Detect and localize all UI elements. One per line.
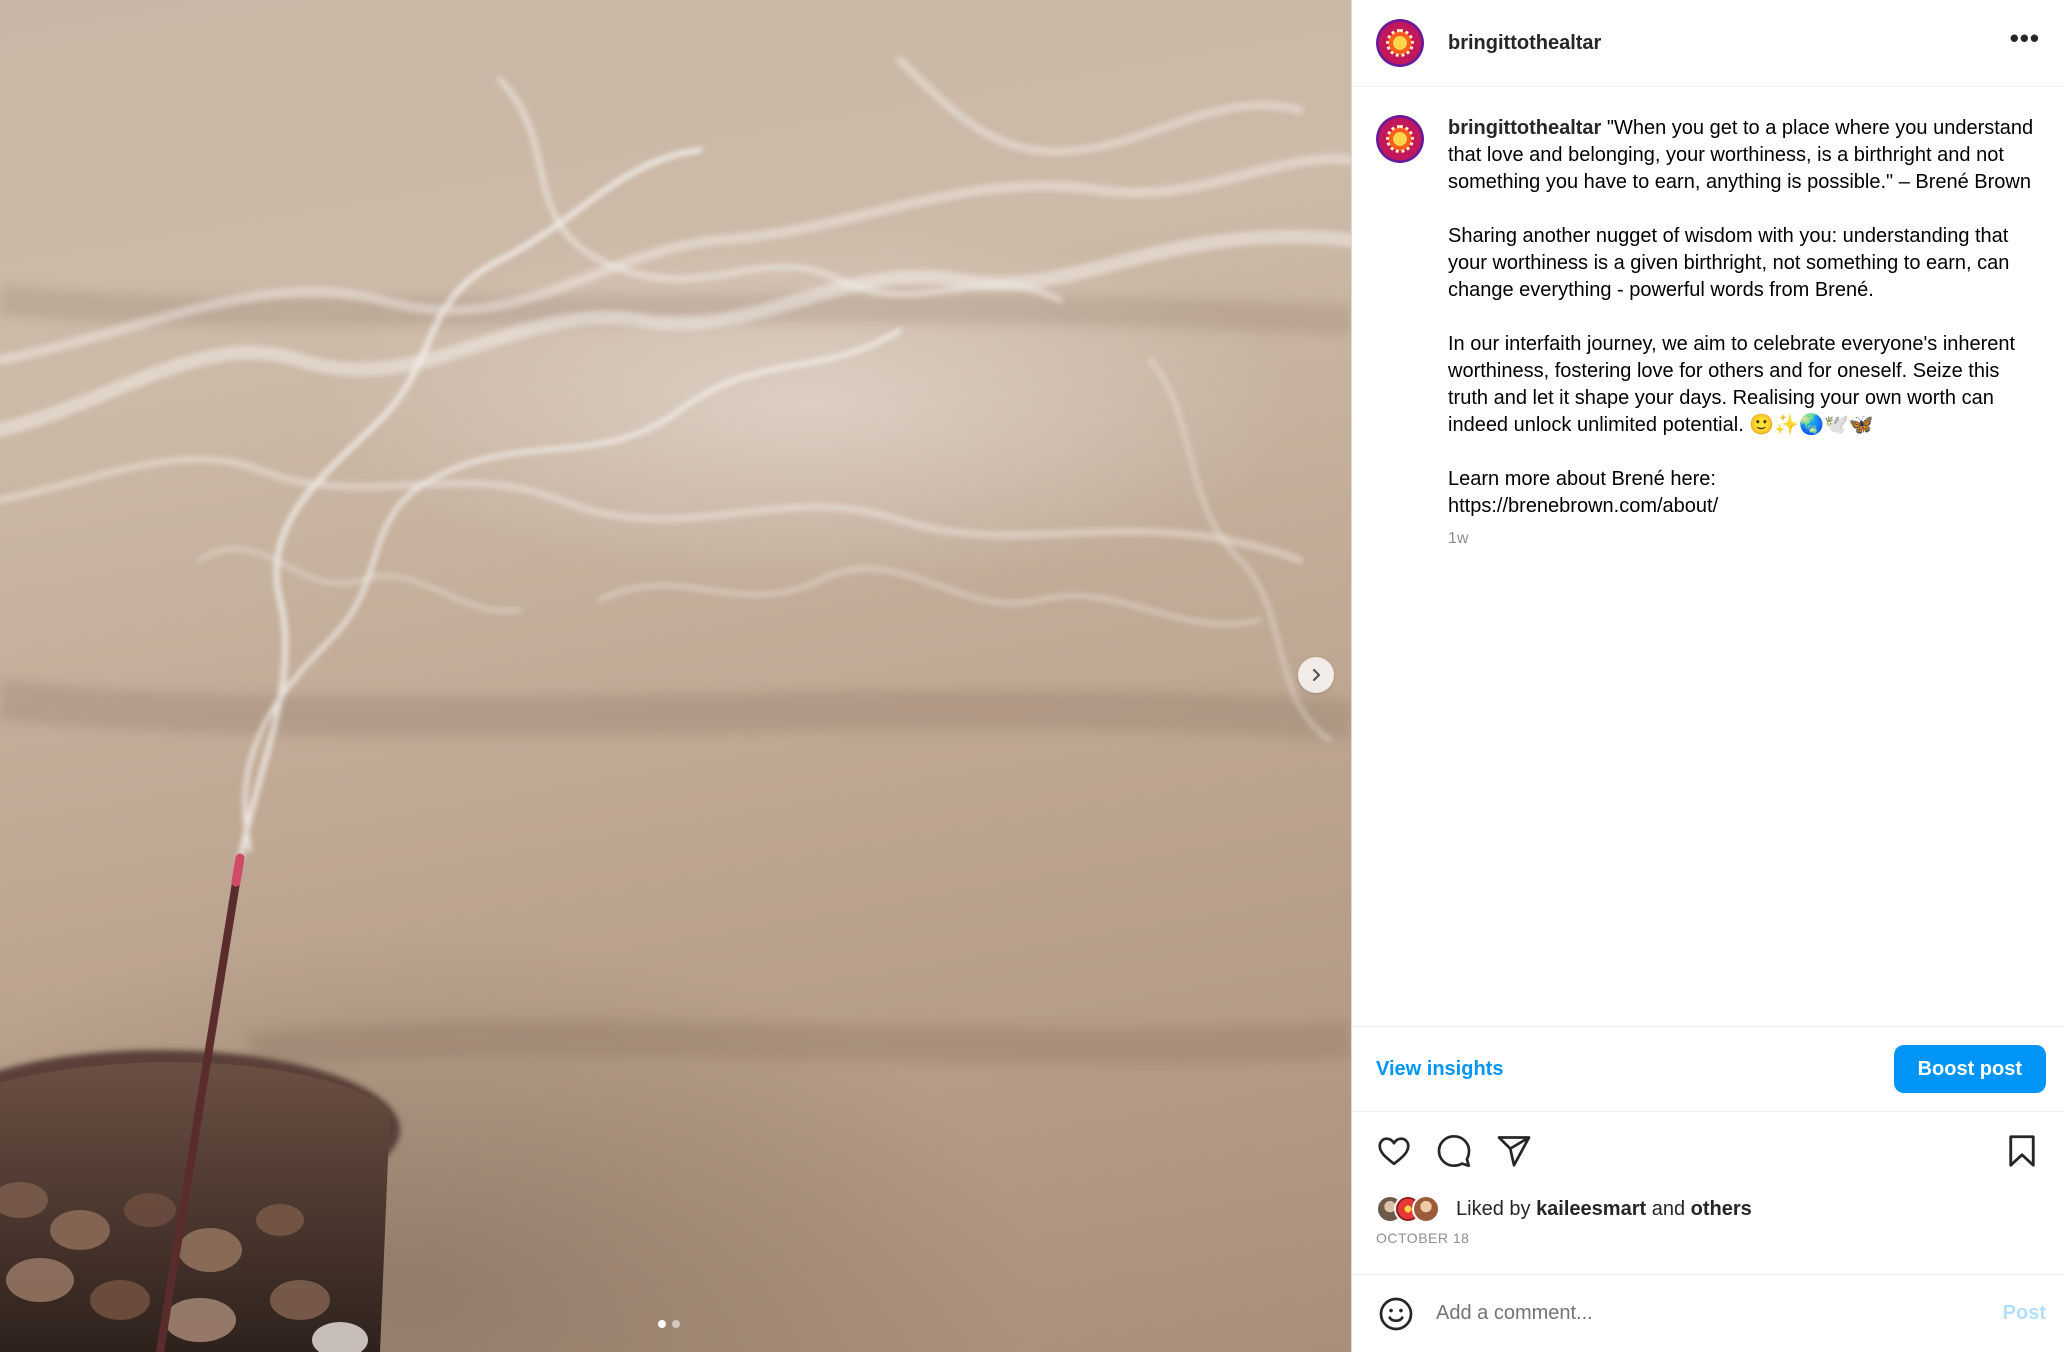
carousel-indicator bbox=[658, 1320, 680, 1328]
likes-prefix: Liked by bbox=[1456, 1197, 1537, 1220]
post-media[interactable] bbox=[0, 0, 1351, 1352]
likes-text: Liked by kaileesmart and others bbox=[1456, 1198, 1752, 1221]
caption-text: "When you get to a place where you under… bbox=[1448, 117, 2034, 517]
post-side-panel: bringittothealtar ••• bringittothealtar … bbox=[1351, 0, 2064, 1352]
liker-avatars bbox=[1376, 1195, 1440, 1223]
post-comment-button[interactable]: Post bbox=[2003, 1302, 2046, 1325]
like-button[interactable] bbox=[1374, 1131, 1414, 1171]
likes-summary: Liked by kaileesmart and others bbox=[1352, 1192, 2064, 1226]
chevron-right-icon bbox=[1312, 668, 1321, 682]
post-header: bringittothealtar ••• bbox=[1352, 0, 2064, 87]
comment-bubble-icon bbox=[1437, 1134, 1471, 1168]
caption-username[interactable]: bringittothealtar bbox=[1448, 117, 1601, 139]
likes-others-link[interactable]: others bbox=[1691, 1198, 1752, 1220]
bookmark-icon bbox=[2009, 1135, 2035, 1167]
post-date[interactable]: OCTOBER 18 bbox=[1352, 1226, 2064, 1260]
caption-timestamp[interactable]: 1w bbox=[1448, 530, 2038, 548]
smiley-face-icon bbox=[1379, 1297, 1413, 1330]
comment-bar: Post bbox=[1352, 1274, 2064, 1352]
comment-button[interactable] bbox=[1434, 1131, 1474, 1171]
caption-body: bringittothealtar "When you get to a pla… bbox=[1448, 115, 2038, 1026]
caption-area: bringittothealtar "When you get to a pla… bbox=[1352, 87, 2064, 1026]
emoji-button[interactable] bbox=[1376, 1294, 1416, 1334]
caption: bringittothealtar "When you get to a pla… bbox=[1448, 115, 2038, 520]
comment-input[interactable] bbox=[1434, 1301, 2003, 1326]
save-button[interactable] bbox=[2002, 1131, 2042, 1171]
paper-plane-icon bbox=[1497, 1136, 1531, 1167]
boost-post-button[interactable]: Boost post bbox=[1893, 1045, 2046, 1093]
next-slide-button[interactable] bbox=[1298, 657, 1334, 693]
header-username[interactable]: bringittothealtar bbox=[1448, 32, 1601, 55]
carousel-dot-active bbox=[658, 1320, 666, 1328]
carousel-dot bbox=[672, 1320, 680, 1328]
incense-smoke-photo bbox=[0, 56, 1351, 1352]
liker-username-link[interactable]: kaileesmart bbox=[1536, 1198, 1646, 1220]
view-insights-link[interactable]: View insights bbox=[1376, 1058, 1503, 1081]
insights-bar: View insights Boost post bbox=[1352, 1026, 2064, 1112]
caption-avatar[interactable] bbox=[1376, 115, 1424, 163]
post-actions bbox=[1352, 1112, 2064, 1190]
instagram-post-view: bringittothealtar ••• bringittothealtar … bbox=[0, 0, 2064, 1352]
likes-middle: and bbox=[1646, 1197, 1691, 1220]
avatar[interactable] bbox=[1376, 19, 1424, 67]
share-button[interactable] bbox=[1494, 1131, 1534, 1171]
more-options-icon[interactable]: ••• bbox=[2010, 25, 2040, 61]
heart-icon bbox=[1378, 1137, 1410, 1166]
liker-avatar[interactable] bbox=[1412, 1195, 1440, 1223]
